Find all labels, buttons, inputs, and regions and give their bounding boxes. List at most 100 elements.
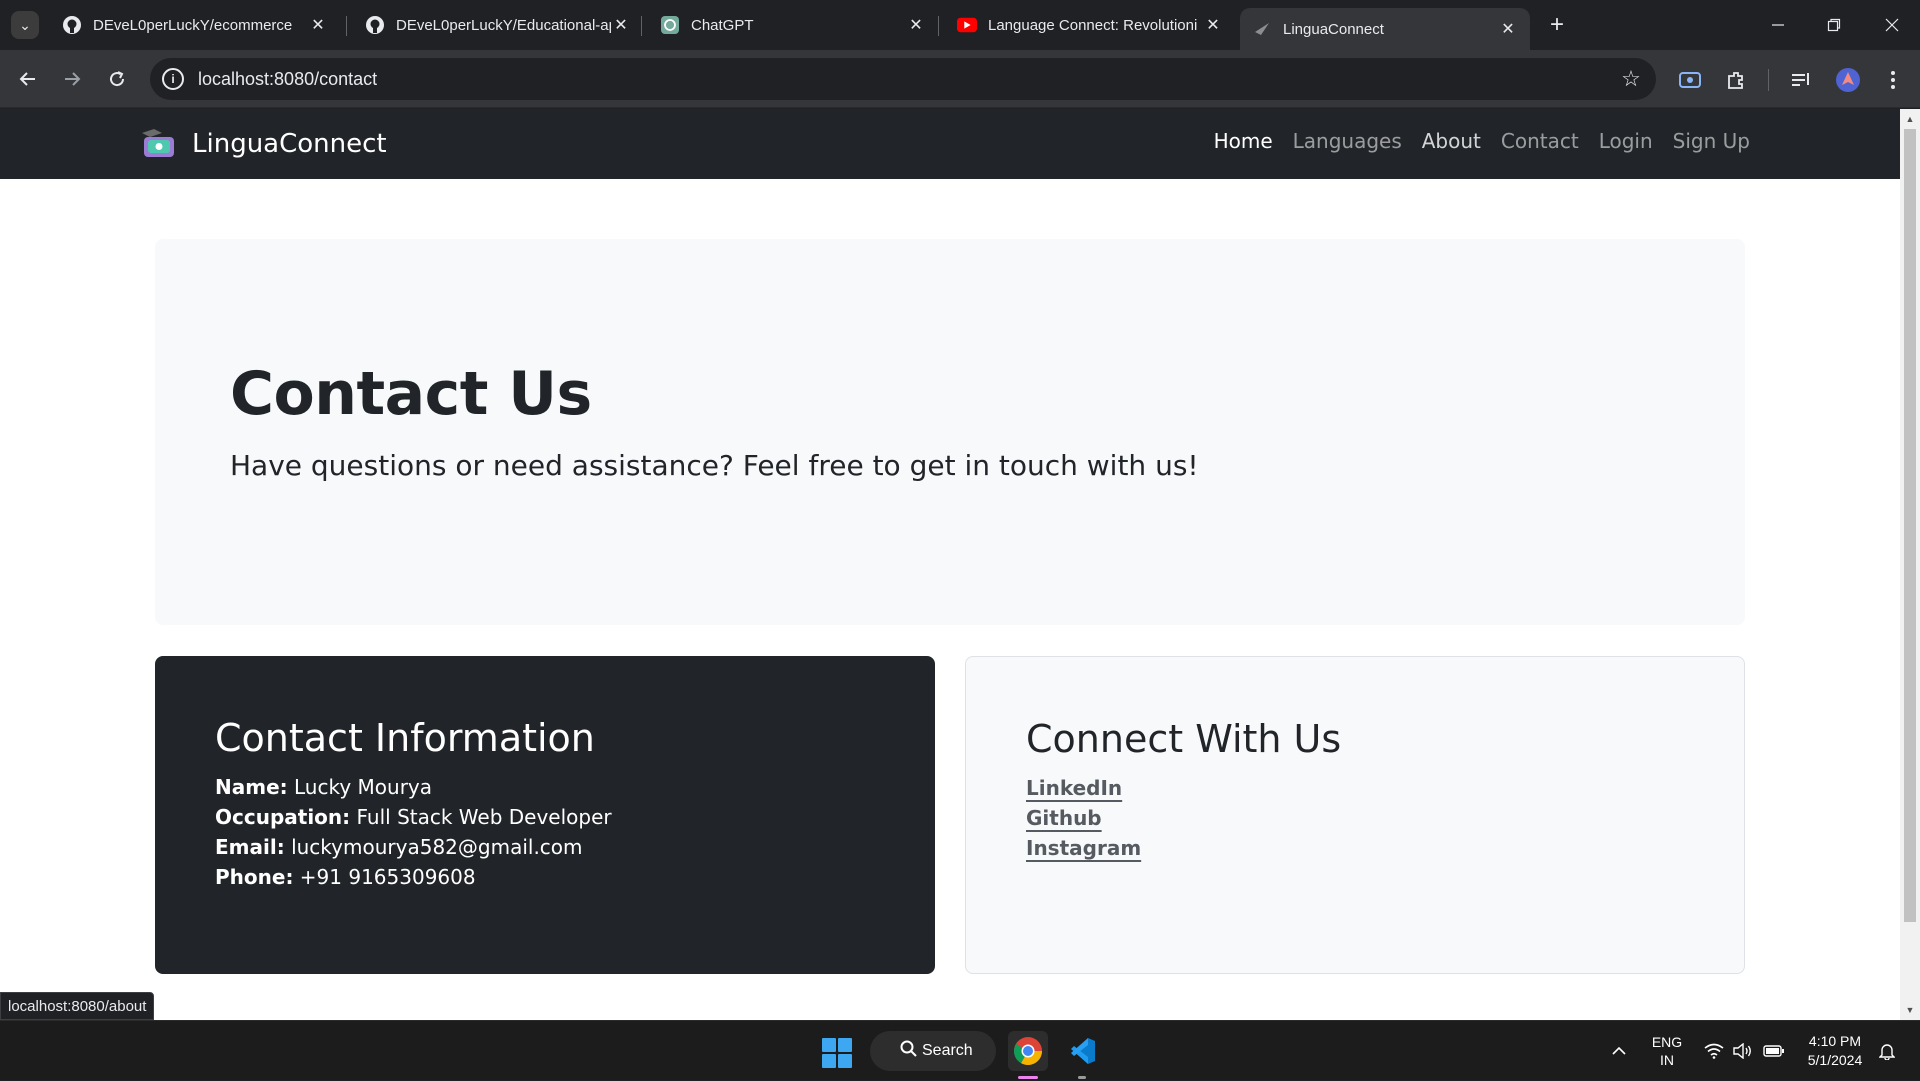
page-subtitle: Have questions or need assistance? Feel … (230, 449, 1199, 482)
scroll-up-arrow-icon[interactable]: ▲ (1904, 113, 1916, 125)
clock[interactable]: 4:10 PM 5/1/2024 (1800, 1021, 1870, 1081)
tab-divider (938, 16, 939, 36)
connect-with-us-card: Connect With Us LinkedIn Github Instagra… (965, 656, 1745, 974)
taskbar-search-button[interactable]: Search (870, 1031, 996, 1071)
tab-title: ChatGPT (691, 16, 754, 34)
active-app-indicator (1018, 1076, 1038, 1079)
browser-toolbar: i localhost:8080/contact ☆ (0, 50, 1920, 108)
vscode-taskbar-icon[interactable] (1062, 1031, 1102, 1071)
reload-icon[interactable] (102, 64, 132, 94)
notification-bell-icon[interactable] (1874, 1021, 1900, 1081)
extensions-puzzle-icon[interactable] (1721, 65, 1751, 95)
profile-avatar[interactable] (1833, 65, 1863, 95)
close-window-icon[interactable] (1864, 0, 1920, 50)
tab-title: LinguaConnect (1283, 20, 1384, 38)
windows-start-icon[interactable] (822, 1038, 852, 1068)
occupation-label: Occupation: (215, 805, 351, 829)
open-app-indicator (1078, 1076, 1086, 1079)
scroll-down-arrow-icon[interactable]: ▼ (1904, 1004, 1916, 1016)
back-arrow-icon[interactable] (13, 64, 43, 94)
contact-name-row: Name: Lucky Mourya (215, 772, 875, 802)
hero-section: Contact Us Have questions or need assist… (155, 239, 1745, 625)
brand-name: LinguaConnect (192, 129, 387, 159)
show-hidden-icons-chevron-icon[interactable] (1604, 1021, 1634, 1081)
site-info-icon[interactable]: i (162, 68, 184, 90)
search-icon (900, 1040, 918, 1063)
forward-arrow-icon[interactable] (57, 64, 87, 94)
nav-languages-link[interactable]: Languages (1293, 129, 1402, 153)
contact-email-row: Email: luckymourya582@gmail.com (215, 832, 875, 862)
tab-divider (346, 16, 347, 36)
clock-date: 5/1/2024 (1807, 1052, 1863, 1068)
input-language-indicator[interactable]: ENG IN (1645, 1021, 1689, 1081)
close-icon[interactable]: ✕ (1498, 19, 1518, 39)
contact-phone-row: Phone: +91 9165309608 (215, 862, 875, 892)
toolbar-divider (1768, 69, 1769, 91)
restore-icon[interactable] (1806, 0, 1862, 50)
github-icon (365, 15, 385, 35)
github-icon (62, 15, 82, 35)
page-scrollbar[interactable]: ▲ ▼ (1900, 109, 1920, 1020)
browser-tab[interactable]: DEveL0perLuckY/Educational-ap ✕ (353, 8, 643, 42)
brand-link[interactable]: LinguaConnect (140, 125, 387, 163)
battery-icon[interactable] (1760, 1021, 1788, 1081)
browser-tab-active[interactable]: LinguaConnect ✕ (1240, 8, 1530, 50)
region-code: IN (1660, 1052, 1674, 1068)
email-value: luckymourya582@gmail.com (291, 835, 583, 859)
taskbar-search-label: Search (922, 1042, 973, 1059)
phone-value: +91 9165309608 (299, 865, 476, 889)
page-title: Contact Us (230, 359, 592, 429)
windows-taskbar: Search ENG IN 4:10 PM 5/1/2024 (0, 1020, 1920, 1080)
nav-login-link[interactable]: Login (1599, 129, 1653, 153)
browser-tab[interactable]: DEveL0perLuckY/ecommerce ✕ (50, 8, 340, 42)
language-code: ENG (1651, 1034, 1683, 1050)
github-link[interactable]: Github (1026, 803, 1102, 833)
contact-information-title: Contact Information (215, 716, 595, 760)
chatgpt-icon (660, 15, 680, 35)
link-status-bar: localhost:8080/about (0, 992, 155, 1020)
name-value: Lucky Mourya (294, 775, 433, 799)
volume-icon[interactable] (1730, 1021, 1756, 1081)
close-icon[interactable]: ✕ (611, 15, 631, 35)
page-viewport: LinguaConnect Home Languages About Conta… (0, 109, 1920, 1020)
close-icon[interactable]: ✕ (906, 15, 926, 35)
contact-occupation-row: Occupation: Full Stack Web Developer (215, 802, 875, 832)
brand-logo-icon (140, 127, 176, 161)
wifi-icon[interactable] (1701, 1021, 1727, 1081)
connect-title: Connect With Us (1026, 717, 1342, 761)
tab-title: DEveL0perLuckY/Educational-ap (396, 16, 611, 34)
page-icon (1252, 19, 1272, 39)
tab-title: DEveL0perLuckY/ecommerce (93, 16, 293, 34)
chevron-down-icon: ⌄ (19, 16, 31, 33)
browser-tab[interactable]: Language Connect: Revolutioni ✕ (945, 8, 1235, 42)
browser-tab-strip: ⌄ DEveL0perLuckY/ecommerce ✕ DEveL0perLu… (0, 0, 1920, 50)
tab-divider (641, 16, 642, 36)
url-text[interactable]: localhost:8080/contact (198, 69, 1616, 90)
tab-search-button[interactable]: ⌄ (11, 11, 39, 39)
phone-label: Phone: (215, 865, 294, 889)
occupation-value: Full Stack Web Developer (356, 805, 612, 829)
nav-signup-link[interactable]: Sign Up (1673, 129, 1750, 153)
close-icon[interactable]: ✕ (308, 15, 328, 35)
nav-home-link[interactable]: Home (1214, 129, 1273, 153)
bookmark-star-icon[interactable]: ☆ (1616, 66, 1646, 92)
nav-about-link[interactable]: About (1422, 129, 1481, 153)
nav-contact-link[interactable]: Contact (1501, 129, 1579, 153)
clock-time: 4:10 PM (1808, 1033, 1862, 1049)
instagram-link[interactable]: Instagram (1026, 833, 1141, 863)
close-icon[interactable]: ✕ (1203, 15, 1223, 35)
linkedin-link[interactable]: LinkedIn (1026, 773, 1122, 803)
site-navbar: LinguaConnect Home Languages About Conta… (0, 109, 1900, 179)
contact-information-card: Contact Information Name: Lucky Mourya O… (155, 656, 935, 974)
tab-title: Language Connect: Revolutioni (988, 16, 1198, 34)
scrollbar-thumb[interactable] (1904, 129, 1916, 922)
chrome-taskbar-icon[interactable] (1008, 1031, 1048, 1071)
more-menu-icon[interactable] (1878, 65, 1908, 95)
address-bar[interactable]: i localhost:8080/contact ☆ (150, 58, 1656, 100)
new-tab-button[interactable]: + (1544, 12, 1570, 38)
email-label: Email: (215, 835, 285, 859)
screen-capture-icon[interactable] (1675, 65, 1705, 95)
minimize-icon[interactable] (1750, 0, 1806, 50)
media-queue-icon[interactable] (1786, 65, 1816, 95)
browser-tab[interactable]: ChatGPT ✕ (648, 8, 938, 42)
